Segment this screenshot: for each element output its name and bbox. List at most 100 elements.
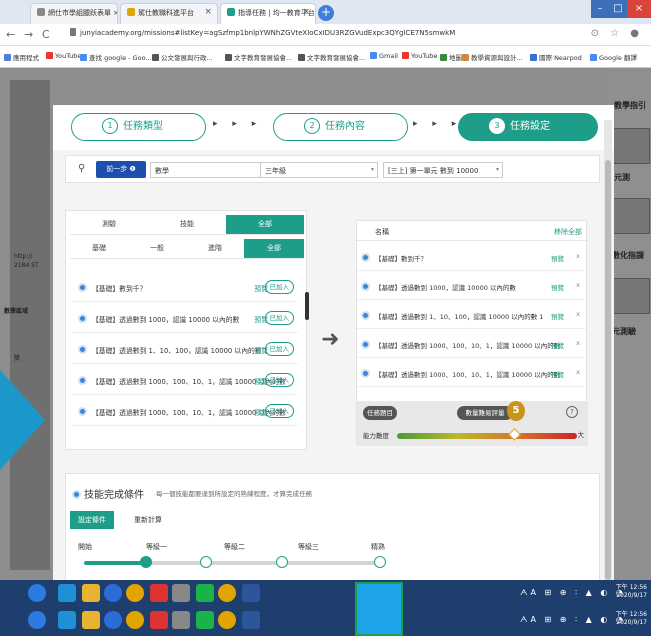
system-tray[interactable]: ᗅA ⊞ ⊕ ∶ ▲ ◐ ◔ [520, 588, 626, 598]
step-3[interactable]: 3 任務設定 [458, 113, 598, 141]
list-item[interactable]: 【基礎】透過數到 1000，認識 10000 以內的數 預覽 已加入 [72, 305, 298, 333]
folder-icon[interactable] [82, 584, 100, 602]
remove-icon[interactable]: x [576, 310, 580, 318]
bookmark-item[interactable]: 教學資源與設計... [462, 52, 523, 62]
list-scrollbar[interactable] [305, 292, 309, 320]
folder-icon[interactable] [82, 611, 100, 629]
preview-link[interactable]: 預覽 [551, 369, 564, 379]
list-item[interactable]: 【基礎】透過數到 1000、100、10、1，認識 10000 以內的數 預覽 已加… [72, 398, 298, 426]
start-icon[interactable] [28, 611, 46, 629]
app-icon[interactable] [150, 611, 168, 629]
modal-scrollbar-thumb[interactable] [605, 160, 611, 580]
step-1[interactable]: 1 任務類型 [71, 113, 206, 141]
bookmark-item[interactable]: YouTube [46, 52, 81, 60]
app-icon[interactable] [150, 584, 168, 602]
selected-item[interactable]: 【基礎】透過數到 1、10、100，認識 10000 以內的數 1 預覽 x [357, 303, 588, 329]
chrome-icon[interactable] [218, 611, 236, 629]
added-badge[interactable]: 已加入 [264, 280, 294, 294]
close-window-icon[interactable]: × [627, 0, 651, 18]
app-icon[interactable] [172, 611, 190, 629]
address-actions[interactable]: ⊙ ☆ ● [591, 28, 643, 39]
remove-all-button[interactable]: 移除全部 [554, 227, 582, 237]
level-stop[interactable] [374, 556, 386, 568]
added-badge[interactable]: 已加入 [264, 311, 294, 325]
line-icon[interactable] [196, 611, 214, 629]
new-tab-button[interactable]: + [318, 5, 334, 21]
browser-tab-1[interactable]: 網仕市學組臘跃表單 × [30, 3, 118, 24]
help-icon[interactable]: ? [566, 406, 578, 418]
tab-basic[interactable]: 基礎 [70, 239, 128, 258]
bookmark-item[interactable]: YouTube [402, 52, 437, 60]
mastery-slider-knob[interactable] [140, 556, 152, 568]
minimize-icon[interactable]: – [591, 0, 609, 18]
search-icon[interactable] [58, 584, 76, 602]
bookmark-item[interactable]: Google 翻譯 [590, 52, 637, 62]
previous-step-button[interactable]: 前一步 ❶ [96, 161, 146, 178]
bookmark-item[interactable]: 地圖 [440, 52, 462, 62]
bookmark-item[interactable]: 公文發展與行政... [152, 52, 213, 62]
forward-icon[interactable]: → [24, 28, 33, 41]
preview-link[interactable]: 預覽 [551, 253, 564, 263]
selected-item[interactable]: 【基礎】數到千？ 預覽 x [357, 245, 588, 271]
list-item[interactable]: 【基礎】透過數到 1000、100、10、1，認識 10000 以內的數 預覽 已加… [72, 367, 298, 395]
level-stop[interactable] [200, 556, 212, 568]
search-icon[interactable] [58, 611, 76, 629]
selected-item[interactable]: 【基礎】透過數到 1000、100、10、1，認識 10000 以內的數 預覽 x [357, 361, 588, 387]
word-icon[interactable] [242, 611, 260, 629]
close-icon[interactable]: × [302, 7, 310, 17]
subject-select[interactable]: 數學▾ [150, 162, 268, 178]
level-stop[interactable] [276, 556, 288, 568]
preview-link[interactable]: 預覽 [551, 340, 564, 350]
added-badge[interactable]: 已加入 [264, 342, 294, 356]
bookmark-item[interactable]: 查找 google - Goo... [80, 52, 152, 62]
url-field[interactable]: junyiacademy.org/missions#listKey=agSzfm… [70, 28, 455, 37]
bookmark-item[interactable]: 文字教育發展協會... [225, 52, 292, 62]
clock[interactable]: 下午 12:56 2020/9/17 [616, 584, 647, 600]
tab-all-types[interactable]: 全部 [226, 215, 304, 234]
chrome-icon[interactable] [218, 584, 236, 602]
browser-icon[interactable] [104, 611, 122, 629]
browser-tab-3[interactable]: 指導任務 | 均一教育平台 × [220, 3, 316, 24]
mastery-slider-track[interactable] [84, 561, 384, 565]
tab-set-condition[interactable]: 設定條件 [70, 511, 114, 529]
tab-all-levels[interactable]: 全部 [244, 239, 304, 258]
step-2[interactable]: 2 任務內容 [273, 113, 408, 141]
maximize-icon[interactable]: □ [609, 0, 627, 18]
added-badge[interactable]: 已加入 [264, 373, 294, 387]
preview-link[interactable]: 預覽 [551, 282, 564, 292]
app-icon[interactable] [172, 584, 190, 602]
tab-general[interactable]: 一般 [128, 239, 186, 258]
remove-icon[interactable]: x [576, 368, 580, 376]
close-icon[interactable]: × [204, 7, 212, 17]
start-icon[interactable] [28, 584, 46, 602]
selected-item[interactable]: 【基礎】透過數到 1000，認識 10000 以內的數 預覽 x [357, 274, 588, 300]
reload-icon[interactable]: C [42, 28, 50, 41]
system-tray[interactable]: ᗅA ⊞ ⊕ ∶ ▲ ◐ ◔ [520, 615, 626, 625]
chrome-icon[interactable] [126, 611, 144, 629]
remove-icon[interactable]: x [576, 252, 580, 260]
remove-icon[interactable]: x [576, 281, 580, 289]
list-item[interactable]: 【基礎】透過數到 1、10、100，認識 10000 以內的數 1 預覽 已加入 [72, 336, 298, 364]
unit-select[interactable]: [三上] 第一單元 數到 10000 ▾ [383, 162, 503, 178]
selected-item[interactable]: 【基礎】透過數到 1000、100、10、1，認識 10000 以內的數 預覽 x [357, 332, 588, 358]
preview-link[interactable]: 預覽 [551, 311, 564, 321]
added-badge[interactable]: 已加入 [264, 404, 294, 418]
tab-test[interactable]: 測驗 [70, 215, 148, 234]
word-icon[interactable] [242, 584, 260, 602]
tab-advanced[interactable]: 進階 [186, 239, 244, 258]
chrome-icon[interactable] [126, 584, 144, 602]
clock[interactable]: 下午 12:56 2020/9/17 [616, 611, 647, 627]
remove-icon[interactable]: x [576, 339, 580, 347]
bookmark-item[interactable]: 國際 Nearpod [530, 52, 582, 62]
search-icon[interactable]: ⚲ [78, 163, 85, 174]
grade-select[interactable]: 三年級 ▾ [260, 162, 378, 178]
bookmark-item[interactable]: 文字教育發展協會... [298, 52, 365, 62]
tab-recalculate[interactable]: 重新計算 [126, 511, 170, 529]
bookmark-item[interactable]: Gmail [370, 52, 398, 60]
line-icon[interactable] [196, 584, 214, 602]
browser-tab-2[interactable]: 駕仕教職科進平台 × [120, 3, 218, 24]
bookmark-item[interactable]: 應用程式 [4, 52, 39, 62]
tab-skill[interactable]: 技能 [148, 215, 226, 234]
list-item[interactable]: 【基礎】數到千？ 預覽 已加入 [72, 274, 298, 302]
browser-icon[interactable] [104, 584, 122, 602]
